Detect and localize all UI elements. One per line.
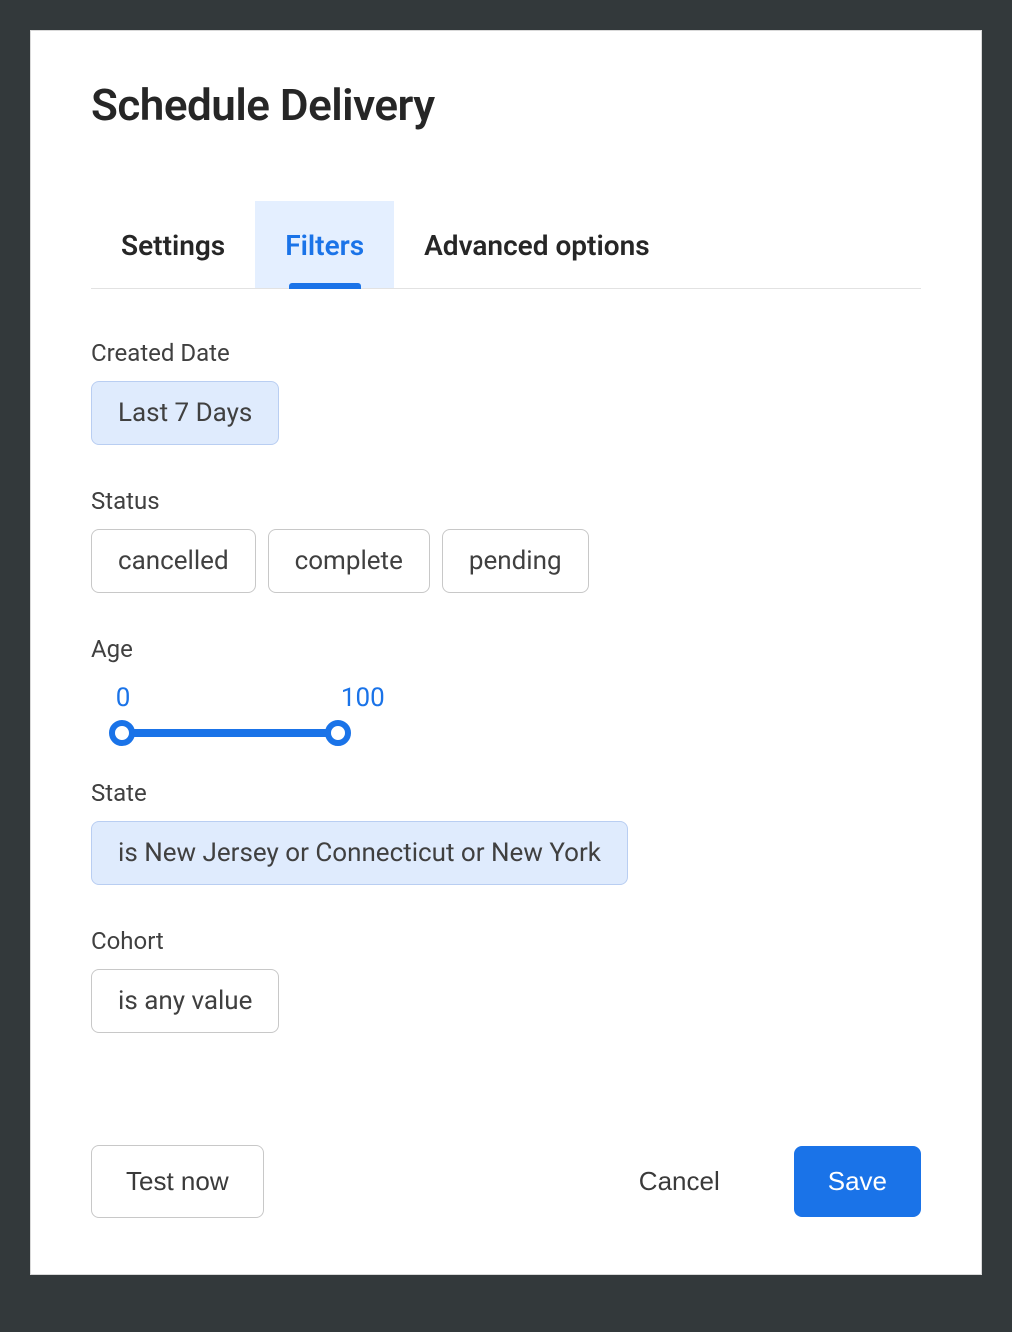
filter-label-status: Status <box>91 487 921 515</box>
tab-filters[interactable]: Filters <box>255 201 394 288</box>
age-slider-thumb-min[interactable] <box>109 720 135 746</box>
filter-state: State is New Jersey or Connecticut or Ne… <box>91 779 921 885</box>
schedule-delivery-modal: Schedule Delivery Settings Filters Advan… <box>30 30 982 1275</box>
filter-cohort: Cohort is any value <box>91 927 921 1033</box>
chip-status-complete[interactable]: complete <box>268 529 430 593</box>
filter-status: Status cancelled complete pending <box>91 487 921 593</box>
filter-label-cohort: Cohort <box>91 927 921 955</box>
age-slider-thumb-max[interactable] <box>325 720 351 746</box>
tab-settings[interactable]: Settings <box>91 201 255 288</box>
filter-age: Age 0 100 <box>91 635 921 737</box>
cancel-button[interactable]: Cancel <box>605 1146 754 1217</box>
age-min-value: 0 <box>116 683 131 713</box>
chip-cohort-value[interactable]: is any value <box>91 969 279 1033</box>
test-now-button[interactable]: Test now <box>91 1145 264 1218</box>
save-button[interactable]: Save <box>794 1146 921 1217</box>
tabs: Settings Filters Advanced options <box>91 201 921 289</box>
chip-status-pending[interactable]: pending <box>442 529 589 593</box>
chip-created-date-value[interactable]: Last 7 Days <box>91 381 279 445</box>
chip-state-value[interactable]: is New Jersey or Connecticut or New York <box>91 821 628 885</box>
modal-title: Schedule Delivery <box>91 79 921 131</box>
modal-footer: Test now Cancel Save <box>91 1145 921 1218</box>
chip-status-cancelled[interactable]: cancelled <box>91 529 256 593</box>
age-slider-track <box>109 729 363 737</box>
filter-created-date: Created Date Last 7 Days <box>91 339 921 445</box>
age-max-value: 100 <box>341 683 385 713</box>
age-slider-bar <box>122 729 338 737</box>
filter-label-state: State <box>91 779 921 807</box>
filter-label-age: Age <box>91 635 921 663</box>
tab-advanced[interactable]: Advanced options <box>394 201 680 288</box>
filter-label-created-date: Created Date <box>91 339 921 367</box>
